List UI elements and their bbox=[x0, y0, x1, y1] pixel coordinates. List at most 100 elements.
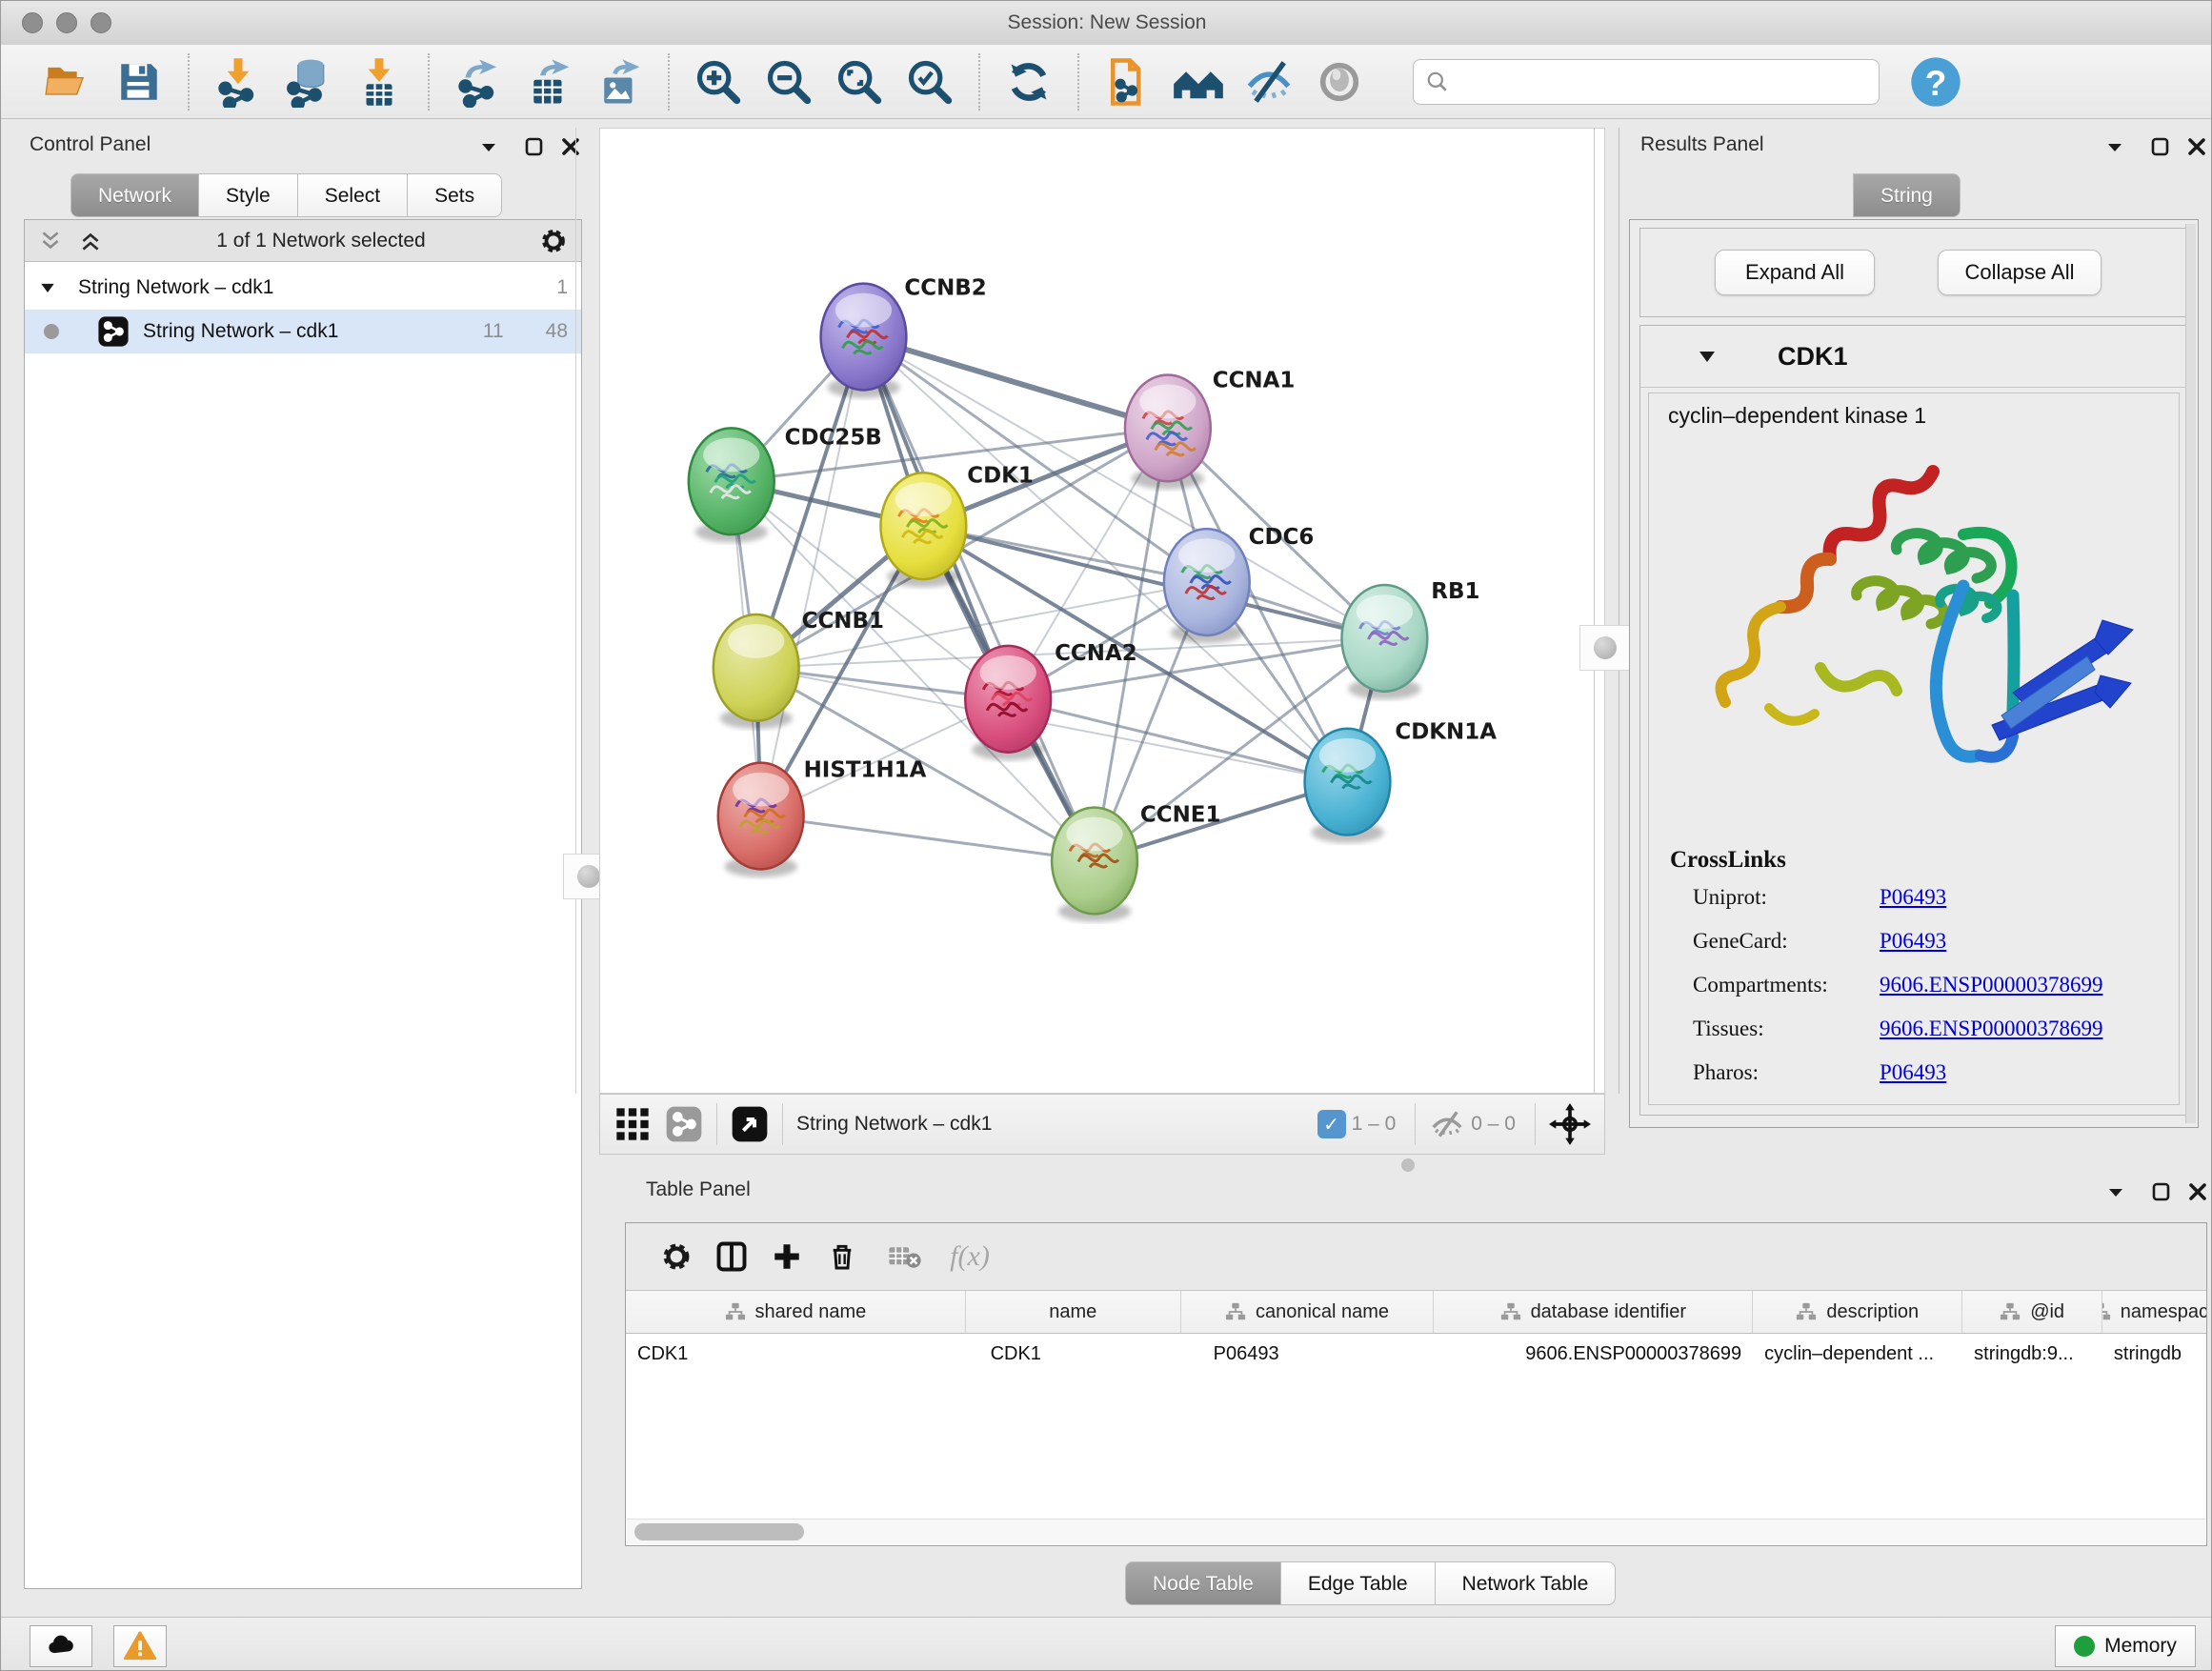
tab-sets[interactable]: Sets bbox=[407, 173, 502, 217]
zoom-in-button[interactable] bbox=[683, 51, 754, 112]
import-network-file-button[interactable] bbox=[203, 51, 273, 112]
export-network-button[interactable] bbox=[443, 51, 513, 112]
results-panel-float-button[interactable] bbox=[2103, 135, 2126, 163]
table-row[interactable]: CDK1 CDK1 P06493 9606.ENSP00000378699 cy… bbox=[626, 1334, 2206, 1365]
control-panel-maximize-button[interactable] bbox=[523, 135, 546, 163]
birdseye-view-icon[interactable] bbox=[731, 1105, 769, 1143]
scrollbar-thumb[interactable] bbox=[634, 1523, 804, 1540]
network-node-ccnb2[interactable]: CCNB2 bbox=[821, 276, 987, 398]
hide-panel-button[interactable] bbox=[1234, 51, 1304, 112]
crosslink-pharos-link[interactable]: P06493 bbox=[1880, 1060, 1946, 1085]
tab-style[interactable]: Style bbox=[198, 173, 298, 217]
hidden-eye-icon[interactable] bbox=[1429, 1106, 1465, 1142]
column-header-name[interactable]: name bbox=[966, 1291, 1181, 1333]
table-panel-float-button[interactable] bbox=[2104, 1180, 2127, 1208]
crosslink-compartments-link[interactable]: 9606.ENSP00000378699 bbox=[1880, 973, 2103, 997]
network-view-share-icon[interactable] bbox=[665, 1105, 703, 1143]
warning-button[interactable] bbox=[113, 1625, 167, 1667]
import-network-database-button[interactable] bbox=[273, 51, 344, 112]
left-splitter[interactable] bbox=[575, 128, 601, 1094]
expand-all-icon[interactable] bbox=[78, 229, 103, 253]
pan-crosshair-icon[interactable] bbox=[1549, 1103, 1591, 1145]
tab-select[interactable]: Select bbox=[297, 173, 408, 217]
tab-node-table[interactable]: Node Table bbox=[1125, 1561, 1281, 1605]
crosslink-tissues-link[interactable]: 9606.ENSP00000378699 bbox=[1880, 1017, 2103, 1041]
zoom-fit-button[interactable] bbox=[824, 51, 895, 112]
export-table-button[interactable] bbox=[513, 51, 584, 112]
cell-id[interactable]: stringdb:9... bbox=[1962, 1334, 2102, 1365]
gene-section-header[interactable]: CDK1 bbox=[1640, 326, 2187, 388]
zoom-out-button[interactable] bbox=[754, 51, 824, 112]
crosslink-label: Compartments: bbox=[1693, 973, 1828, 997]
tab-network[interactable]: Network bbox=[70, 173, 199, 217]
selected-checkbox-icon[interactable]: ✓ bbox=[1317, 1110, 1346, 1138]
cell-database-identifier[interactable]: 9606.ENSP00000378699 bbox=[1434, 1334, 1753, 1365]
collapse-all-button[interactable]: Collapse All bbox=[1938, 250, 2101, 295]
function-builder-button[interactable]: f(x) bbox=[942, 1231, 997, 1282]
network-row-selected[interactable]: String Network – cdk1 11 48 bbox=[25, 310, 581, 353]
cloud-button[interactable] bbox=[30, 1625, 92, 1667]
cell-canonical-name[interactable]: P06493 bbox=[1181, 1334, 1435, 1365]
show-panel-button[interactable] bbox=[1304, 51, 1375, 112]
table-panel-maximize-button[interactable] bbox=[2150, 1180, 2173, 1208]
right-splitter[interactable] bbox=[1594, 128, 1619, 1094]
network-node-ccne1[interactable]: CCNE1 bbox=[1052, 803, 1220, 922]
network-node-cdkn1a[interactable]: CDKN1A bbox=[1305, 720, 1498, 843]
cell-name[interactable]: CDK1 bbox=[966, 1334, 1181, 1365]
gear-icon[interactable] bbox=[539, 227, 568, 255]
crosslink-uniprot-link[interactable]: P06493 bbox=[1880, 885, 1946, 910]
cell-description[interactable]: cyclin–dependent ... bbox=[1753, 1334, 1962, 1365]
show-columns-button[interactable] bbox=[704, 1231, 759, 1282]
tab-string[interactable]: String bbox=[1853, 173, 1961, 217]
delete-column-button[interactable] bbox=[814, 1231, 870, 1282]
collapse-section-icon[interactable] bbox=[1696, 345, 1719, 368]
column-header-shared-name[interactable]: shared name bbox=[626, 1291, 966, 1333]
horizontal-sash[interactable] bbox=[599, 1155, 1605, 1175]
results-scrollbar[interactable] bbox=[2185, 224, 2196, 1123]
tab-network-table[interactable]: Network Table bbox=[1435, 1561, 1617, 1605]
collapse-all-icon[interactable] bbox=[38, 229, 63, 253]
control-panel-float-button[interactable] bbox=[477, 135, 500, 163]
create-column-button[interactable] bbox=[759, 1231, 814, 1282]
network-node-hist1h1a[interactable]: HIST1H1A bbox=[718, 758, 927, 877]
column-header-namespace[interactable]: namespace bbox=[2102, 1291, 2206, 1333]
column-header-canonical-name[interactable]: canonical name bbox=[1181, 1291, 1435, 1333]
open-session-button[interactable] bbox=[33, 51, 104, 112]
column-header-description[interactable]: description bbox=[1753, 1291, 1962, 1333]
network-node-ccnb1[interactable]: CCNB1 bbox=[714, 609, 884, 729]
search-input[interactable] bbox=[1458, 70, 1867, 93]
crosslinks-title: CrossLinks bbox=[1670, 847, 1786, 874]
network-node-rb1[interactable]: RB1 bbox=[1342, 579, 1480, 699]
grid-view-icon[interactable] bbox=[613, 1105, 652, 1143]
table-panel-close-button[interactable] bbox=[2186, 1180, 2209, 1208]
column-header-database-identifier[interactable]: database identifier bbox=[1434, 1291, 1753, 1333]
table-horizontal-scrollbar[interactable] bbox=[627, 1519, 2205, 1544]
export-image-button[interactable] bbox=[584, 51, 654, 112]
import-table-button[interactable] bbox=[344, 51, 414, 112]
network-node-cdc25b[interactable]: CDC25B bbox=[689, 425, 882, 542]
results-panel-maximize-button[interactable] bbox=[2149, 135, 2172, 163]
memory-button[interactable]: Memory bbox=[2055, 1625, 2196, 1667]
network-node-ccna1[interactable]: CCNA1 bbox=[1125, 368, 1295, 489]
network-from-file-button[interactable] bbox=[1093, 51, 1163, 112]
save-session-button[interactable] bbox=[104, 51, 174, 112]
expander-icon[interactable] bbox=[38, 278, 57, 297]
network-node-ccna2[interactable]: CCNA2 bbox=[965, 641, 1136, 760]
results-panel-close-button[interactable] bbox=[2185, 135, 2208, 163]
refresh-style-button[interactable] bbox=[994, 51, 1064, 112]
expand-all-button[interactable]: Expand All bbox=[1715, 250, 1875, 295]
share-file-icon bbox=[1102, 56, 1154, 108]
homes-button[interactable] bbox=[1163, 51, 1234, 112]
cell-shared-name[interactable]: CDK1 bbox=[626, 1334, 966, 1365]
delete-table-button[interactable] bbox=[877, 1231, 933, 1282]
search-field[interactable] bbox=[1413, 59, 1880, 105]
table-settings-button[interactable] bbox=[649, 1231, 704, 1282]
zoom-selected-button[interactable] bbox=[895, 51, 965, 112]
tab-edge-table[interactable]: Edge Table bbox=[1280, 1561, 1436, 1605]
column-header-id[interactable]: @id bbox=[1962, 1291, 2102, 1333]
network-canvas[interactable]: CCNB2CCNA1CDC25BCDK1CDC6RB1CCNB1CCNA2CDK… bbox=[599, 128, 1605, 1094]
crosslink-genecard-link[interactable]: P06493 bbox=[1880, 929, 1946, 954]
help-button[interactable]: ? bbox=[1900, 51, 1971, 112]
network-collection-row[interactable]: String Network – cdk1 1 bbox=[25, 266, 581, 310]
cell-namespace[interactable]: stringdb bbox=[2102, 1334, 2206, 1365]
